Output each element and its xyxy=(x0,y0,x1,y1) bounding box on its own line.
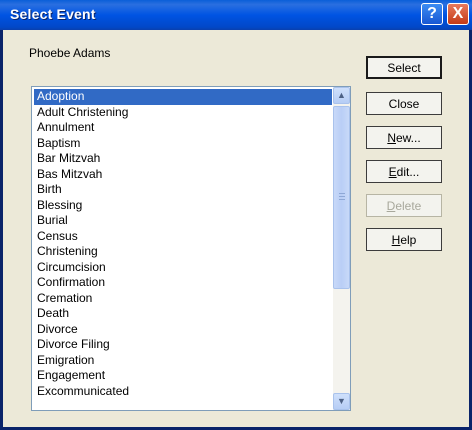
edit-label-rest: dit... xyxy=(396,165,420,179)
event-list-item[interactable]: Annulment xyxy=(34,120,332,136)
event-list-item[interactable]: Emigration xyxy=(34,353,332,369)
new-label-rest: ew... xyxy=(395,131,421,145)
event-list-item[interactable]: Cremation xyxy=(34,291,332,307)
delete-button: Delete xyxy=(366,194,442,217)
edit-button[interactable]: Edit... xyxy=(366,160,442,183)
thumb-grip xyxy=(339,199,345,200)
edit-mnemonic: E xyxy=(388,165,397,179)
delete-mnemonic: D xyxy=(386,199,396,213)
select-event-dialog: Select Event ? X Phoebe Adams Adoption Ad… xyxy=(0,0,472,430)
event-list-item[interactable]: Birth xyxy=(34,182,332,198)
new-mnemonic: N xyxy=(387,131,396,145)
event-list-item[interactable]: Christening xyxy=(34,244,332,260)
event-list-item[interactable]: Blessing xyxy=(34,198,332,214)
event-list-item[interactable]: Census xyxy=(34,229,332,245)
help-button[interactable]: Help xyxy=(366,228,442,251)
event-list[interactable]: Adoption Adult Christening Annulment Baptis… xyxy=(31,86,351,411)
window-title: Select Event xyxy=(10,6,96,22)
select-button[interactable]: Select xyxy=(366,56,442,79)
thumb-grip xyxy=(339,196,345,197)
delete-label-rest: elete xyxy=(395,199,422,213)
event-list-item[interactable]: Bar Mitzvah xyxy=(34,151,332,167)
close-icon[interactable]: X xyxy=(447,3,469,25)
help-icon[interactable]: ? xyxy=(421,3,443,25)
thumb-grip xyxy=(339,193,345,194)
vertical-scrollbar[interactable]: ▲ ▼ xyxy=(333,87,350,410)
event-list-item[interactable]: Baptism xyxy=(34,136,332,152)
new-button[interactable]: New... xyxy=(366,126,442,149)
title-bar[interactable]: Select Event ? X xyxy=(0,0,472,30)
scroll-down-button[interactable]: ▼ xyxy=(333,393,350,410)
help-label-rest: elp xyxy=(400,233,417,247)
close-button[interactable]: Close xyxy=(366,92,442,115)
scroll-up-button[interactable]: ▲ xyxy=(333,87,350,104)
event-list-item[interactable]: Adult Christening xyxy=(34,105,332,121)
event-list-item[interactable]: Excommunicated xyxy=(34,384,332,400)
event-list-item[interactable]: Death xyxy=(34,306,332,322)
event-list-item[interactable]: Divorce Filing xyxy=(34,337,332,353)
event-list-item[interactable]: Adoption xyxy=(34,89,332,105)
event-list-item[interactable]: Divorce xyxy=(34,322,332,338)
event-list-items: Adoption Adult Christening Annulment Baptis… xyxy=(34,89,332,399)
scroll-thumb[interactable] xyxy=(333,106,350,289)
event-list-item[interactable]: Engagement xyxy=(34,368,332,384)
event-list-item[interactable]: Confirmation xyxy=(34,275,332,291)
person-name: Phoebe Adams xyxy=(29,46,111,60)
event-list-item[interactable]: Burial xyxy=(34,213,332,229)
event-list-item[interactable]: Bas Mitzvah xyxy=(34,167,332,183)
event-list-item[interactable]: Circumcision xyxy=(34,260,332,276)
